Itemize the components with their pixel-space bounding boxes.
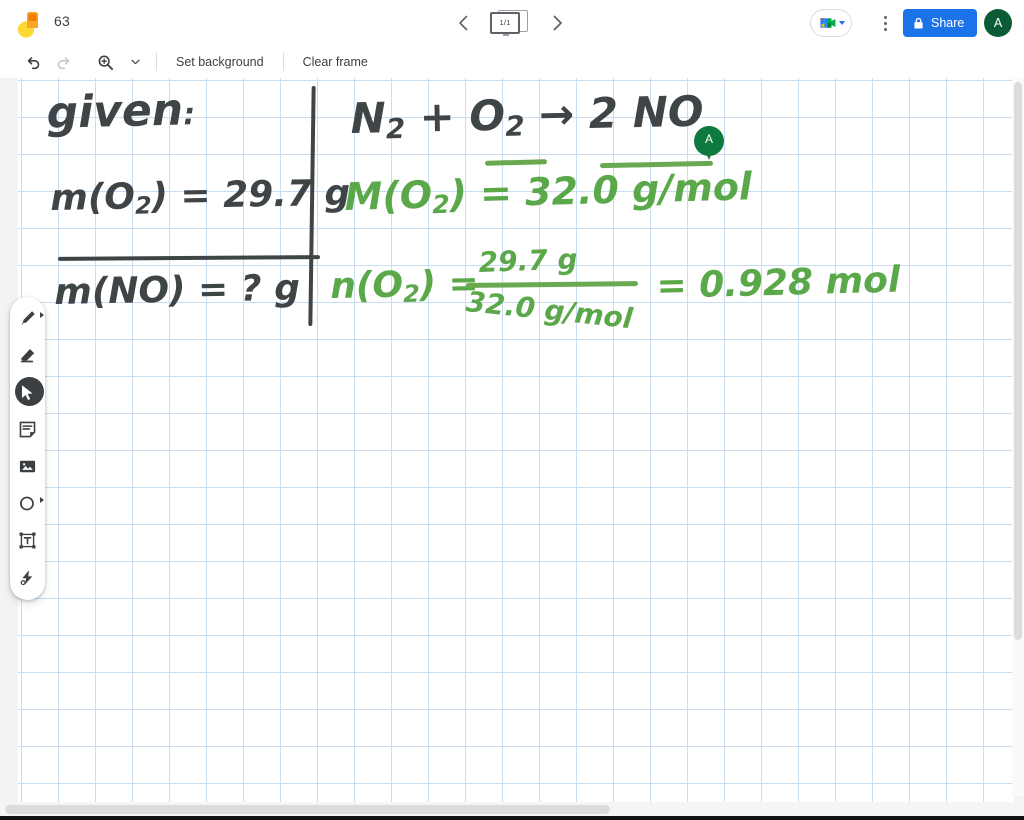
ink-text: g <box>261 267 301 310</box>
google-meet-icon <box>819 18 835 28</box>
ink-mass-o2: m(O2) = 29.7 g <box>50 173 351 221</box>
pen-tool[interactable] <box>12 301 44 335</box>
window-bottom-edge <box>0 816 1024 820</box>
chevron-right-icon <box>39 312 44 318</box>
laser-pointer-tool[interactable] <box>12 560 44 594</box>
collaborator-cursor: A <box>694 126 724 162</box>
clear-frame-button[interactable]: Clear frame <box>290 49 381 75</box>
zoom-button[interactable] <box>90 49 120 75</box>
google-meet-button[interactable] <box>810 9 852 37</box>
chevron-right-icon <box>39 497 44 503</box>
cursor-arrow-icon <box>20 384 35 401</box>
secondary-toolbar: Set background Clear frame <box>0 46 1024 78</box>
avatar[interactable]: A <box>984 9 1012 37</box>
image-icon <box>18 457 37 476</box>
ink-text: → <box>523 89 590 140</box>
ink-fraction-numerator: 29.7 g <box>478 242 578 279</box>
laser-pointer-icon <box>18 568 37 587</box>
ink-text: 2 <box>134 191 152 220</box>
jamboard-logo-icon <box>16 10 42 38</box>
text-box-icon <box>18 531 37 550</box>
canvas-grid-background: given: m(O2) = 29.7 g m(NO) = ? g N2 + O… <box>18 78 1014 804</box>
ink-text: m(NO) = <box>54 268 242 313</box>
ink-underline-o2 <box>484 159 548 166</box>
ink-text: ) = 29.7 g <box>151 172 351 218</box>
ink-fraction-denominator: 32.0 g/mol <box>464 285 635 336</box>
frame-counter-label: 1/1 <box>499 18 511 27</box>
image-tool[interactable] <box>12 449 44 483</box>
three-dot-menu-icon <box>883 15 887 19</box>
ink-text: N <box>350 93 387 143</box>
undo-icon <box>27 56 39 69</box>
jamboard-canvas[interactable]: given: m(O2) = 29.7 g m(NO) = ? g N2 + O… <box>0 78 1024 820</box>
top-app-bar: 63 1/1 Share A <box>0 0 1024 46</box>
avatar-letter: A <box>993 16 1003 30</box>
next-frame-button[interactable] <box>544 10 570 36</box>
zoom-dropdown-button[interactable] <box>120 49 150 75</box>
ink-text: given <box>46 84 184 139</box>
ink-text: : <box>182 97 196 133</box>
pen-icon <box>18 309 37 328</box>
ink-text: O <box>468 90 506 141</box>
share-button-label: Share <box>931 16 965 30</box>
ink-text: 2 <box>504 109 525 143</box>
ink-text: ? <box>240 268 262 310</box>
redo-button[interactable] <box>48 49 78 75</box>
ink-text: M(O <box>344 172 433 219</box>
frame-stand <box>503 33 509 36</box>
sticky-note-icon <box>18 420 37 439</box>
previous-frame-button[interactable] <box>450 10 476 36</box>
toolbar-divider <box>282 53 284 71</box>
frame-front-card: 1/1 <box>490 11 520 34</box>
frame-navigation: 1/1 <box>450 6 570 40</box>
undo-button[interactable] <box>18 49 48 75</box>
text-box-tool[interactable] <box>12 523 44 557</box>
ink-chemical-equation: N2 + O2 → 2 NO <box>350 87 704 146</box>
chevron-down-icon <box>130 59 140 65</box>
ink-text: 2 <box>431 189 451 220</box>
more-options-button[interactable] <box>874 11 896 35</box>
ink-text: 2 <box>385 111 406 146</box>
vertical-scrollbar[interactable] <box>1014 82 1022 640</box>
three-dot-menu-icon <box>883 27 887 31</box>
redo-icon <box>57 56 69 69</box>
ink-molar-mass: M(O2) = 32.0 g/mol <box>344 164 752 221</box>
frame-counter-button[interactable]: 1/1 <box>490 9 530 37</box>
ink-text: ) = 32.0 g/mol <box>448 164 753 217</box>
eraser-icon <box>18 346 37 365</box>
collaborator-initial: A <box>704 132 713 146</box>
document-title[interactable]: 63 <box>54 13 70 29</box>
zoom-in-icon <box>98 55 113 70</box>
ink-text: m(O <box>50 176 136 219</box>
sticky-note-tool[interactable] <box>12 412 44 446</box>
horizontal-scrollbar[interactable] <box>5 805 610 814</box>
ink-moles-label: n(O2) = <box>330 263 479 309</box>
select-tool[interactable] <box>12 375 44 409</box>
circle-shape-icon <box>18 494 37 513</box>
drawing-tool-rail <box>10 297 45 600</box>
shape-tool[interactable] <box>12 486 44 520</box>
ink-given-label: given: <box>46 84 196 139</box>
eraser-tool[interactable] <box>12 338 44 372</box>
toolbar-divider <box>156 53 157 71</box>
ink-mass-no: m(NO) = ? g <box>54 268 300 313</box>
ink-text: 2 <box>402 279 420 308</box>
three-dot-menu-icon <box>883 21 887 25</box>
ink-moles-result: = 0.928 mol <box>656 259 901 307</box>
ink-text: n(O <box>330 264 404 307</box>
lock-icon <box>914 17 923 29</box>
chevron-down-icon <box>838 21 845 25</box>
ink-horizontal-rule <box>57 255 321 261</box>
ink-text: + <box>404 91 470 142</box>
share-button[interactable]: Share <box>903 9 978 37</box>
ink-text: 2 NO <box>588 86 704 138</box>
set-background-button[interactable]: Set background <box>163 49 277 75</box>
